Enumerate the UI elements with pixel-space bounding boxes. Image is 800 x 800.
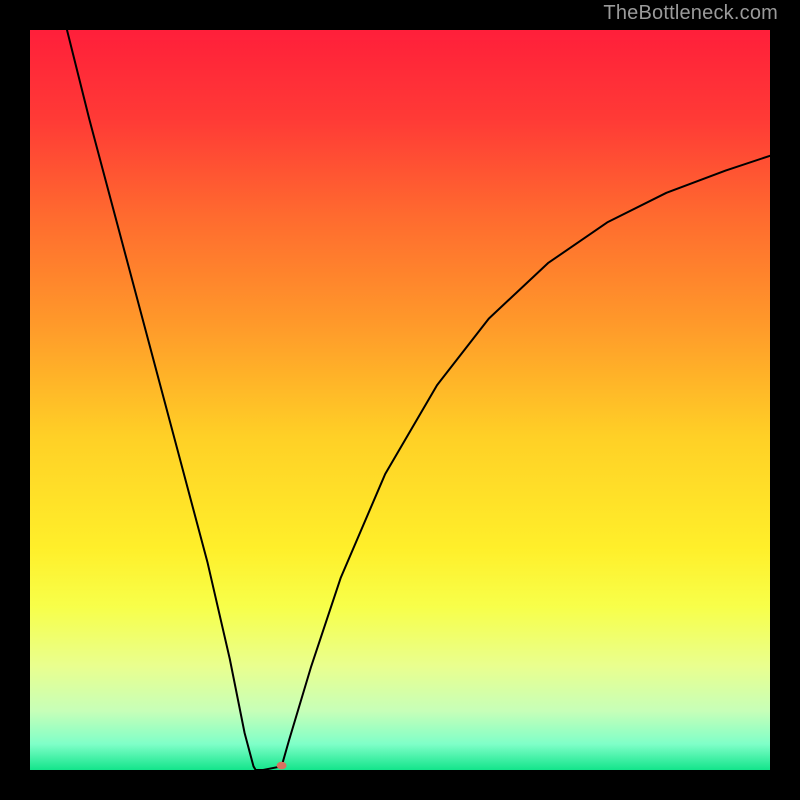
watermark-text: TheBottleneck.com (603, 2, 778, 25)
marker-optimal-point (277, 762, 287, 770)
chart-svg (30, 30, 770, 770)
gradient-background (30, 30, 770, 770)
chart-frame: TheBottleneck.com (0, 0, 800, 800)
plot-area (30, 30, 770, 770)
